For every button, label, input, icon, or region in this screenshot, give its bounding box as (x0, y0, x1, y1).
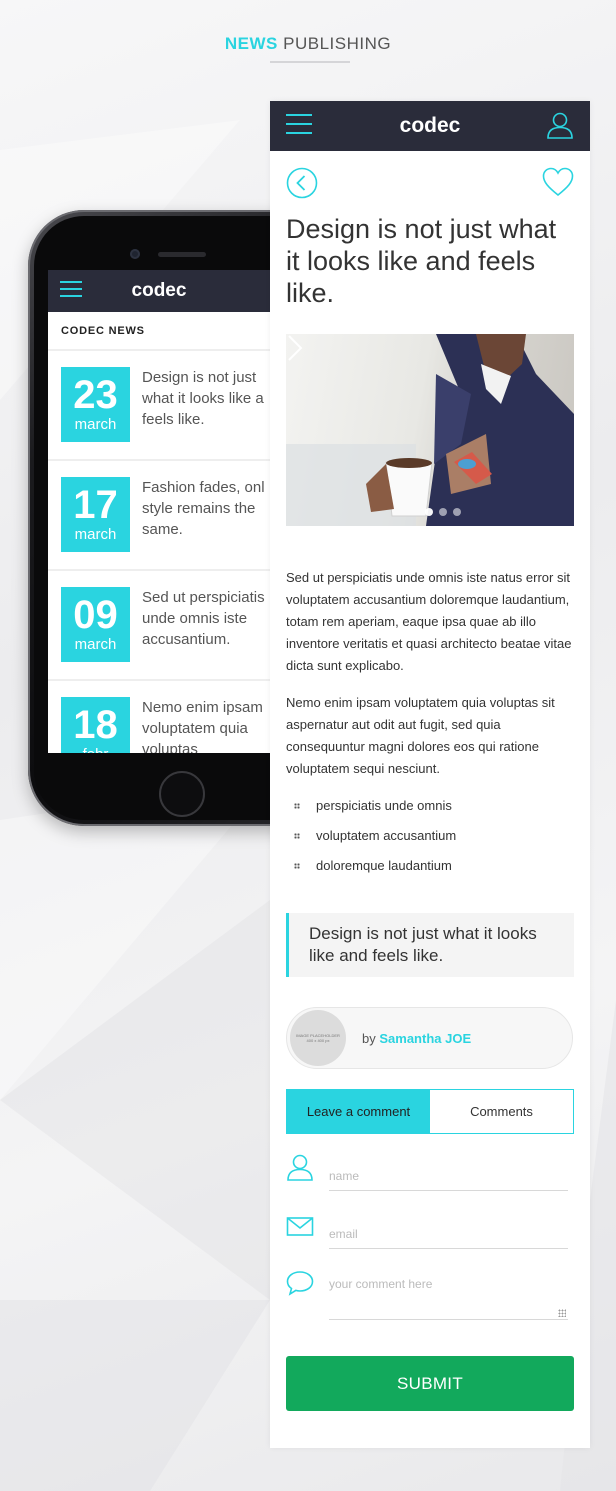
list-item-text: doloremque laudantium (316, 858, 452, 873)
news-list-item[interactable]: 23 march Design is not just what it look… (48, 351, 270, 461)
name-field-row (286, 1153, 574, 1201)
article-title: Design is not just what it looks like an… (286, 214, 557, 308)
phone-home-button[interactable] (159, 771, 205, 817)
date-badge: 18 febr (61, 697, 130, 753)
chevron-right-icon[interactable] (286, 334, 304, 362)
tab-comments[interactable]: Comments (430, 1090, 573, 1133)
phone-screen: codec CODEC NEWS 23 march Design is not … (48, 270, 270, 753)
news-list-item[interactable]: 18 febr Nemo enim ipsam voluptatem quia … (48, 681, 270, 753)
slider-dot[interactable] (439, 508, 447, 516)
author-by-label: by (362, 1030, 376, 1046)
headline-line: accusantium. (142, 631, 231, 648)
date-badge: 23 march (61, 367, 130, 442)
headline-line: style remains the (142, 500, 256, 517)
user-icon (287, 1154, 313, 1181)
tab-leave-comment[interactable]: Leave a comment (287, 1090, 430, 1133)
date-day: 17 (73, 483, 118, 527)
list-item: perspiciatis unde omnis (286, 795, 578, 825)
article-body: Sed ut perspiciatis unde omnis iste natu… (286, 567, 578, 885)
author-card[interactable]: IMAGE PLACEHOLDER 400 x 400 px by Samant… (286, 1007, 573, 1069)
bullet-icon (294, 803, 300, 809)
author-byline: by Samantha JOE (346, 1031, 471, 1046)
email-field-row (286, 1213, 574, 1261)
avatar-placeholder-size: 400 x 400 px (306, 1038, 330, 1043)
app-header: codec (270, 101, 590, 151)
date-badge: 17 march (61, 477, 130, 552)
date-month: march (74, 636, 117, 653)
article-paragraph: Sed ut perspiciatis unde omnis iste natu… (286, 570, 572, 673)
user-icon[interactable] (546, 111, 574, 139)
resize-handle[interactable] (558, 1309, 566, 1317)
date-day: 23 (73, 373, 118, 417)
headline-line: what it looks like a (142, 390, 264, 407)
heading-underline (270, 61, 350, 63)
news-headline: Sed ut perspiciatis unde omnis iste accu… (130, 587, 265, 663)
article-image-slider[interactable] (286, 334, 574, 526)
bullet-icon (294, 833, 300, 839)
avatar: IMAGE PLACEHOLDER 400 x 400 px (290, 1010, 346, 1066)
headline-line: voluptatem quia (142, 720, 248, 737)
date-month: febr (61, 747, 130, 754)
comment-textarea[interactable] (329, 1273, 568, 1320)
back-arrow-icon[interactable] (286, 167, 318, 199)
headline-line: same. (142, 521, 183, 538)
news-list-item[interactable]: 09 march Sed ut perspiciatis unde omnis … (48, 571, 270, 681)
slider-dots (425, 508, 461, 516)
slider-dot[interactable] (453, 508, 461, 516)
email-input[interactable] (329, 1219, 568, 1249)
envelope-icon (286, 1217, 314, 1236)
news-headline: Nemo enim ipsam voluptatem quia voluptas (130, 697, 263, 753)
page-heading-accent: NEWS (224, 34, 278, 53)
headline-line: feels like. (142, 411, 205, 428)
phone-section-title: CODEC NEWS (48, 312, 270, 351)
article-paragraph: Nemo enim ipsam voluptatem quia voluptas… (286, 695, 555, 776)
name-input[interactable] (329, 1161, 568, 1191)
list-item: doloremque laudantium (286, 855, 578, 885)
heart-icon[interactable] (542, 167, 574, 197)
page-heading-rest: PUBLISHING (283, 34, 392, 53)
page-heading: NEWS PUBLISHING (0, 34, 616, 54)
headline-line: voluptas (142, 741, 198, 753)
article-photo (286, 334, 574, 526)
date-badge: 09 march (61, 587, 130, 662)
headline-line: Fashion fades, onl (142, 479, 265, 496)
comment-tabs: Leave a comment Comments (286, 1089, 574, 1134)
headline-line: Sed ut perspiciatis (142, 589, 265, 606)
speech-bubble-icon (286, 1271, 314, 1296)
menu-icon[interactable] (60, 281, 82, 299)
news-list-item[interactable]: 17 march Fashion fades, onl style remain… (48, 461, 270, 571)
list-item-text: voluptatem accusantium (316, 828, 457, 843)
phone-speaker (158, 252, 206, 257)
phone-app-logo: codec (131, 280, 187, 301)
article-bullet-list: perspiciatis unde omnis voluptatem accus… (286, 795, 578, 885)
headline-line: unde omnis iste (142, 610, 248, 627)
date-day: 09 (73, 593, 118, 637)
phone-app-header: codec (48, 270, 270, 312)
date-month: march (74, 526, 117, 543)
submit-button[interactable]: SUBMIT (286, 1356, 574, 1411)
date-day: 18 (73, 703, 118, 747)
headline-line: Design is not just (142, 369, 257, 386)
menu-icon[interactable] (286, 114, 312, 138)
phone-camera (130, 249, 140, 259)
article-quote: Design is not just what it looks like an… (286, 913, 574, 977)
slider-dot[interactable] (425, 508, 433, 516)
date-month: march (74, 416, 117, 433)
article-screen: codec Design is not just what it looks l… (270, 101, 590, 1448)
list-item-text: perspiciatis unde omnis (316, 798, 452, 813)
headline-line: Nemo enim ipsam (142, 699, 263, 716)
author-name[interactable]: Samantha JOE (379, 1031, 471, 1046)
news-headline: Design is not just what it looks like a … (130, 367, 264, 443)
app-logo: codec (399, 114, 461, 137)
bullet-icon (294, 863, 300, 869)
list-item: voluptatem accusantium (286, 825, 578, 855)
news-headline: Fashion fades, onl style remains the sam… (130, 477, 265, 553)
comment-field-row (286, 1269, 574, 1321)
